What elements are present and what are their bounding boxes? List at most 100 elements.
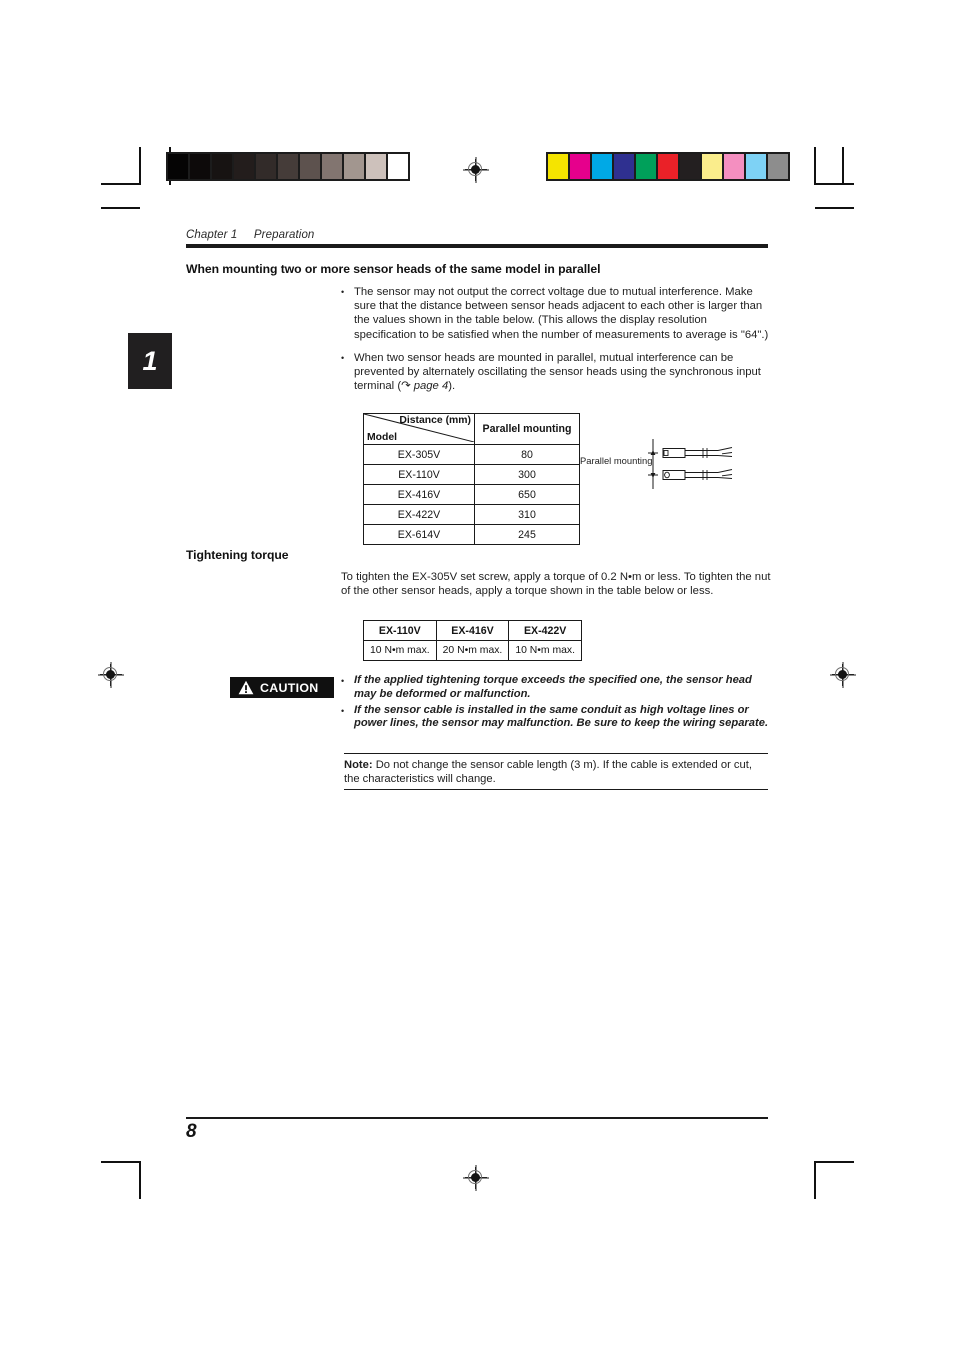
table-header-row: EX-110V EX-416V EX-422V bbox=[363, 620, 582, 641]
color-swatch-4 bbox=[636, 154, 656, 179]
note-text: Note: Do not change the sensor cable len… bbox=[344, 754, 768, 789]
registration-dot bbox=[471, 1173, 480, 1182]
table-header-model-label: Model bbox=[367, 432, 398, 443]
note-body: Do not change the sensor cable length (3… bbox=[344, 759, 752, 786]
cell-header-model: EX-416V bbox=[435, 620, 510, 641]
caution-label: CAUTION bbox=[260, 680, 319, 695]
list-item: • If the sensor cable is installed in th… bbox=[341, 704, 771, 732]
cell-parallel-mounting: 245 bbox=[474, 524, 580, 545]
list-item: • When two sensor heads are mounted in p… bbox=[341, 351, 769, 394]
registration-target-right-middle bbox=[830, 662, 856, 688]
bullet-marker: • bbox=[341, 352, 345, 363]
header-rule bbox=[186, 244, 768, 248]
page-header: Chapter 1 Preparation bbox=[186, 229, 768, 248]
color-calibration-bar bbox=[546, 152, 790, 181]
color-swatch-8 bbox=[724, 154, 744, 179]
caution-bullet-list: • If the applied tightening torque excee… bbox=[341, 674, 771, 733]
crop-mark-top-right-bleed-horizontal bbox=[815, 207, 854, 209]
grayscale-swatch-1 bbox=[190, 154, 210, 179]
color-swatch-9 bbox=[746, 154, 766, 179]
list-item: • The sensor may not output the correct … bbox=[341, 285, 769, 342]
table-header-parallel-mounting: Parallel mounting bbox=[474, 413, 580, 445]
color-swatch-0 bbox=[548, 154, 568, 179]
color-swatch-5 bbox=[658, 154, 678, 179]
grayscale-swatch-10 bbox=[388, 154, 408, 179]
color-swatch-10 bbox=[768, 154, 788, 179]
note-label: Note: bbox=[344, 759, 373, 772]
parallel-mounting-bullet-list: • The sensor may not output the correct … bbox=[341, 285, 769, 402]
crop-mark-top-left-bleed-horizontal bbox=[101, 207, 140, 209]
bullet-marker: • bbox=[341, 676, 345, 686]
grayscale-swatch-5 bbox=[278, 154, 298, 179]
bullet-marker: • bbox=[341, 705, 345, 716]
figure-label: Parallel mounting bbox=[580, 455, 653, 466]
note-bottom-rule bbox=[344, 789, 768, 791]
grayscale-swatch-0 bbox=[168, 154, 188, 179]
cell-header-model: EX-422V bbox=[508, 620, 582, 641]
section-title-tightening-torque: Tightening torque bbox=[186, 548, 289, 562]
registration-dot bbox=[471, 165, 480, 174]
grayscale-swatch-4 bbox=[256, 154, 276, 179]
grayscale-calibration-bar bbox=[166, 152, 410, 181]
registration-target-bottom-center bbox=[463, 1165, 489, 1191]
grayscale-swatch-8 bbox=[344, 154, 364, 179]
list-item: • If the applied tightening torque excee… bbox=[341, 674, 771, 702]
registration-dot bbox=[106, 670, 115, 679]
list-item-text: If the sensor cable is installed in the … bbox=[354, 703, 769, 730]
cell-header-model: EX-110V bbox=[363, 620, 437, 641]
crop-mark-top-right-bleed-vertical bbox=[842, 147, 844, 185]
cell-parallel-mounting: 80 bbox=[474, 444, 580, 465]
table-row: EX-416V 650 bbox=[363, 484, 580, 505]
bullet-marker: • bbox=[341, 287, 345, 297]
color-swatch-6 bbox=[680, 154, 700, 179]
table-header-distance-label: Distance (mm) bbox=[399, 415, 471, 426]
crop-mark-bottom-left-vertical bbox=[139, 1161, 141, 1199]
table-header-row: Distance (mm) Model Parallel mounting bbox=[363, 413, 580, 445]
cell-parallel-mounting: 300 bbox=[474, 464, 580, 485]
cell-model: EX-110V bbox=[363, 464, 475, 485]
registration-dot bbox=[838, 670, 847, 679]
grayscale-swatch-2 bbox=[212, 154, 232, 179]
crop-mark-top-right-horizontal bbox=[815, 183, 854, 185]
cell-model: EX-416V bbox=[363, 484, 475, 505]
color-swatch-3 bbox=[614, 154, 634, 179]
grayscale-swatch-6 bbox=[300, 154, 320, 179]
cell-torque-value: 20 N•m max. bbox=[435, 640, 510, 661]
tightening-torque-paragraph: To tighten the EX-305V set screw, apply … bbox=[341, 571, 771, 598]
table-row: EX-305V 80 bbox=[363, 444, 580, 465]
cell-parallel-mounting: 650 bbox=[474, 484, 580, 505]
list-item-text: The sensor may not output the correct vo… bbox=[354, 286, 769, 341]
crop-mark-top-right-vertical bbox=[814, 147, 816, 185]
grayscale-swatch-3 bbox=[234, 154, 254, 179]
page-number: 8 bbox=[186, 1121, 197, 1142]
cell-model: EX-305V bbox=[363, 444, 475, 465]
list-item-text: If the applied tightening torque exceeds… bbox=[354, 674, 752, 700]
table-row: 10 N•m max. 20 N•m max. 10 N•m max. bbox=[363, 640, 582, 661]
table-row: EX-614V 245 bbox=[363, 524, 580, 545]
registration-target-top-center bbox=[463, 157, 489, 183]
grayscale-swatch-7 bbox=[322, 154, 342, 179]
chapter-tab-marker: 1 bbox=[128, 333, 172, 389]
crop-mark-bottom-right-vertical bbox=[814, 1161, 816, 1199]
grayscale-swatch-9 bbox=[366, 154, 386, 179]
color-swatch-2 bbox=[592, 154, 612, 179]
page-reference-link[interactable]: page 4 bbox=[414, 380, 449, 392]
crop-mark-bottom-left-horizontal bbox=[101, 1161, 140, 1163]
footer-rule bbox=[186, 1117, 768, 1119]
list-item-text: When two sensor heads are mounted in par… bbox=[354, 351, 761, 393]
cell-torque-value: 10 N•m max. bbox=[363, 640, 437, 661]
table-header-split-cell: Distance (mm) Model bbox=[363, 413, 475, 445]
color-swatch-1 bbox=[570, 154, 590, 179]
table-row: EX-110V 300 bbox=[363, 464, 580, 485]
distance-table: Distance (mm) Model Parallel mounting EX… bbox=[363, 413, 580, 545]
table-row: EX-422V 310 bbox=[363, 504, 580, 525]
note-block: Note: Do not change the sensor cable len… bbox=[344, 753, 768, 791]
registration-target-left-middle bbox=[98, 662, 124, 688]
color-swatch-7 bbox=[702, 154, 722, 179]
warning-triangle-icon bbox=[238, 680, 254, 695]
caution-badge: CAUTION bbox=[230, 677, 334, 698]
cell-model: EX-614V bbox=[363, 524, 475, 545]
cell-torque-value: 10 N•m max. bbox=[508, 640, 582, 661]
cell-model: EX-422V bbox=[363, 504, 475, 525]
chapter-breadcrumb: Chapter 1 Preparation bbox=[186, 229, 315, 241]
